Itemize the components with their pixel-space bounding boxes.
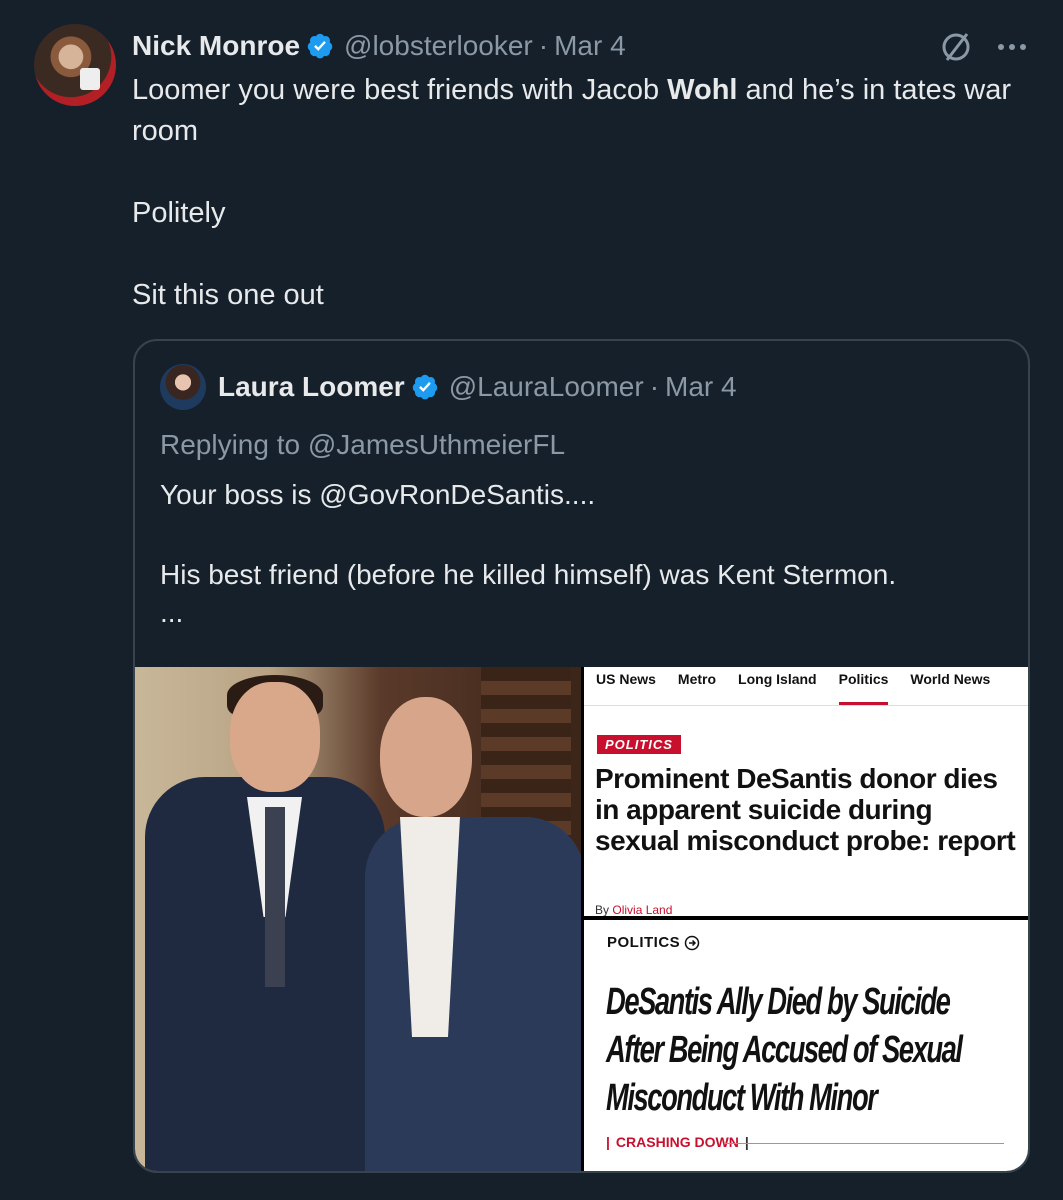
tweet-text: Loomer you were best friends with Jacob … [132,70,1032,316]
tweet-line-3: Sit this one out [132,279,324,311]
separator: · [649,371,660,402]
news-screenshot-2[interactable]: POLITICS DeSantis Ally Died by Suicide A… [584,920,1028,1171]
section-label: POLITICS [607,934,700,951]
quoted-handle[interactable]: @LauraLoomer [449,371,644,403]
quoted-date[interactable]: Mar 4 [665,371,737,403]
news2-headline: DeSantis Ally Died by Suicide After Bein… [606,981,963,1119]
separator: · [538,30,549,61]
tweet[interactable]: Nick Monroe @lobsterlooker · Mar 4 Loome… [0,0,1063,1200]
tweet-date[interactable]: Mar 4 [554,30,626,62]
quoted-tweet[interactable]: Laura Loomer @LauraLoomer · Mar 4 Replyi… [133,339,1030,1173]
verified-badge-icon [412,374,437,400]
quoted-avatar[interactable] [160,364,206,410]
replying-to[interactable]: Replying to @JamesUthmeierFL [160,425,1000,465]
quoted-author-name[interactable]: Laura Loomer [218,371,405,403]
quoted-line-2: His best friend (before he killed himsel… [160,559,897,590]
tweet-actions [939,30,1027,64]
nav-metro[interactable]: Metro [678,671,716,699]
verified-badge-icon [307,33,333,59]
quoted-header: Laura Loomer @LauraLoomer · Mar 4 [160,364,737,410]
crash-kicker: | CRASHING DOWN | [606,1134,749,1150]
tweet-header: Nick Monroe @lobsterlooker · Mar 4 [132,26,626,66]
byline-author[interactable]: Olivia Land [612,903,672,916]
politics-tag: POLITICS [597,735,681,754]
news1-headline: Prominent DeSantis donor dies in apparen… [595,763,1016,856]
news-screenshot-1[interactable]: US News Metro Long Island Politics World… [584,667,1028,916]
quoted-text: Replying to @JamesUthmeierFL Your boss i… [160,425,1000,633]
arrow-circle-icon [684,935,700,950]
nav-world-news[interactable]: World News [910,671,990,699]
nav-us-news[interactable]: US News [596,671,656,699]
more-options-icon[interactable] [997,43,1027,51]
quoted-media[interactable]: US News Metro Long Island Politics World… [135,667,1028,1171]
author-handle[interactable]: @lobsterlooker [344,30,533,62]
author-avatar[interactable] [34,24,116,106]
quoted-line-1: Your boss is @GovRonDeSantis.... [160,479,596,510]
news-nav: US News Metro Long Island Politics World… [584,667,1028,705]
author-name[interactable]: Nick Monroe [132,30,300,62]
nav-long-island[interactable]: Long Island [738,671,817,699]
nav-politics[interactable]: Politics [838,671,888,705]
byline: By Olivia Land [595,903,673,916]
grok-slash-icon[interactable] [939,30,973,64]
bold-word: Wohl [667,74,738,106]
tweet-line-1: Loomer you were best friends with Jacob … [132,74,1012,147]
photo-two-men[interactable] [135,667,581,1171]
quoted-ellipsis: ... [160,597,184,628]
tweet-line-2: Politely [132,197,226,229]
